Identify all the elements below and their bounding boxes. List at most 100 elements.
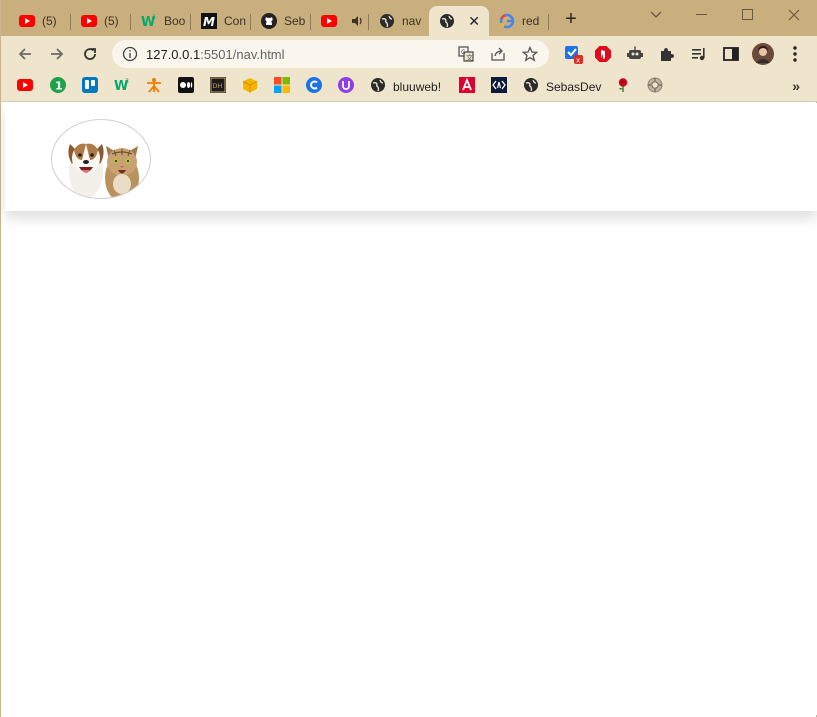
back-button[interactable] [13, 42, 37, 66]
medium-icon [178, 76, 194, 98]
bookmark-c[interactable] [306, 76, 322, 98]
youtube-icon [19, 13, 35, 29]
bookmark-label: SebasDev [546, 80, 602, 94]
globe-icon [523, 77, 539, 98]
w3schools-icon: W3 [141, 13, 157, 29]
tab-title: Seb [284, 14, 306, 28]
close-tab-icon[interactable]: ✕ [468, 13, 480, 30]
w3schools-icon: W3 [114, 77, 130, 98]
bookmarks-overflow-button[interactable]: » [792, 78, 800, 94]
rose-icon [615, 77, 631, 98]
svg-text:文: 文 [466, 53, 473, 62]
bookmark-sena[interactable] [146, 77, 162, 98]
maximize-button[interactable] [725, 0, 771, 30]
tab-title: (5) [104, 14, 119, 28]
bookmark-box[interactable] [242, 77, 258, 98]
tab-search-dropdown-icon[interactable] [633, 0, 679, 30]
microsoft-icon [274, 76, 290, 98]
reload-button[interactable] [78, 42, 102, 66]
dh-icon: DH [210, 76, 226, 98]
tab-youtube-2[interactable]: (5) [71, 6, 131, 36]
side-panel-icon[interactable] [719, 42, 743, 66]
bookmark-microsoft[interactable] [274, 76, 290, 98]
browser-toolbar: 127.0.0.1:5501/nav.html 文G x [1, 36, 817, 72]
minimize-button[interactable] [679, 0, 725, 30]
adblock-icon[interactable] [591, 42, 615, 66]
translate-icon[interactable]: 文G [458, 46, 474, 62]
url-path: :5501/nav.html [200, 47, 285, 62]
profile-avatar[interactable] [751, 42, 775, 66]
bookmark-bluuweb[interactable]: bluuweb! [370, 77, 442, 98]
bookmark-rose[interactable] [615, 77, 631, 98]
c-icon [306, 76, 322, 98]
address-bar[interactable]: 127.0.0.1:5501/nav.html 文G [112, 40, 549, 68]
reading-list-icon[interactable] [687, 42, 711, 66]
browser-window: (5) (5) W3 Boo M Con Seb nav ✕ red + 127… [0, 0, 817, 717]
tab-nav[interactable]: nav [369, 6, 429, 36]
youtube-icon [321, 13, 337, 29]
tab-title: red [522, 14, 540, 28]
share-icon[interactable] [490, 46, 506, 62]
bookmark-gear-badge[interactable] [647, 77, 663, 98]
bookmark-trello[interactable] [82, 76, 98, 95]
tab-strip: (5) (5) W3 Boo M Con Seb nav ✕ red + [1, 0, 817, 36]
svg-text:G: G [461, 49, 466, 56]
tab-youtube-1[interactable]: (5) [9, 6, 71, 36]
dog-image [68, 143, 104, 198]
sena-icon [146, 77, 162, 98]
purple-shield-icon [338, 76, 354, 98]
bookmark-w3schools[interactable]: W3 [114, 77, 130, 98]
bookmarks-bar: 1 W3 DH bluuweb! SebasDev » [1, 72, 817, 102]
tab-title: nav [402, 14, 422, 28]
robot-extension-icon[interactable] [623, 42, 647, 66]
new-tab-button[interactable]: + [559, 8, 583, 32]
speaker-icon[interactable] [349, 13, 365, 29]
bookmark-dh[interactable]: DH [210, 76, 226, 98]
svg-text:DH: DH [213, 82, 223, 90]
angular-icon [459, 76, 475, 98]
tab-title: (5) [42, 14, 57, 28]
bookmark-angular[interactable] [459, 76, 475, 98]
box-icon [242, 77, 258, 98]
forward-button[interactable] [45, 42, 69, 66]
globe-icon [370, 77, 386, 98]
svg-text:x: x [576, 57, 580, 65]
green-number-icon: 1 [50, 76, 66, 98]
url-host: 127.0.0.1 [146, 47, 201, 62]
bookmark-youtube[interactable] [17, 79, 33, 95]
gear-badge-icon [647, 77, 663, 98]
bookmark-medium[interactable] [178, 76, 194, 98]
youtube-icon [17, 78, 33, 96]
code-icon [491, 76, 507, 98]
site-navbar [5, 103, 817, 211]
tab-active[interactable]: ✕ [429, 6, 489, 36]
bookmark-sebasdev[interactable]: SebasDev [523, 77, 602, 98]
tab-w3schools[interactable]: W3 Boo [131, 6, 191, 36]
google-icon [499, 13, 515, 29]
bookmark-star-icon[interactable] [522, 46, 538, 62]
site-info-icon[interactable] [122, 46, 138, 67]
tab-youtube-audio[interactable] [311, 6, 369, 36]
url-text[interactable]: 127.0.0.1:5501/nav.html [146, 47, 285, 62]
svg-text:3: 3 [125, 78, 129, 85]
globe-icon [439, 13, 455, 29]
svg-text:1: 1 [55, 79, 63, 92]
dog-and-cat-logo[interactable] [51, 119, 151, 199]
bookmark-green-number[interactable]: 1 [50, 76, 66, 98]
tab-title: Con [224, 14, 247, 28]
extension-checkbox-icon[interactable]: x [561, 42, 585, 66]
bookmark-purple-shield[interactable] [338, 76, 354, 98]
bookmark-label: bluuweb! [393, 80, 442, 94]
bookmark-code[interactable] [491, 76, 507, 98]
globe-icon [379, 13, 395, 29]
close-window-button[interactable] [771, 0, 817, 30]
page-viewport [5, 103, 817, 715]
svg-text:3: 3 [152, 14, 156, 21]
tab-github[interactable]: Seb [251, 6, 311, 36]
menu-kebab-icon[interactable] [783, 42, 807, 66]
svg-text:M: M [203, 15, 215, 29]
tab-google[interactable]: red [489, 6, 549, 36]
extensions-puzzle-icon[interactable] [655, 42, 679, 66]
cat-image [105, 146, 139, 198]
tab-con[interactable]: M Con [191, 6, 251, 36]
